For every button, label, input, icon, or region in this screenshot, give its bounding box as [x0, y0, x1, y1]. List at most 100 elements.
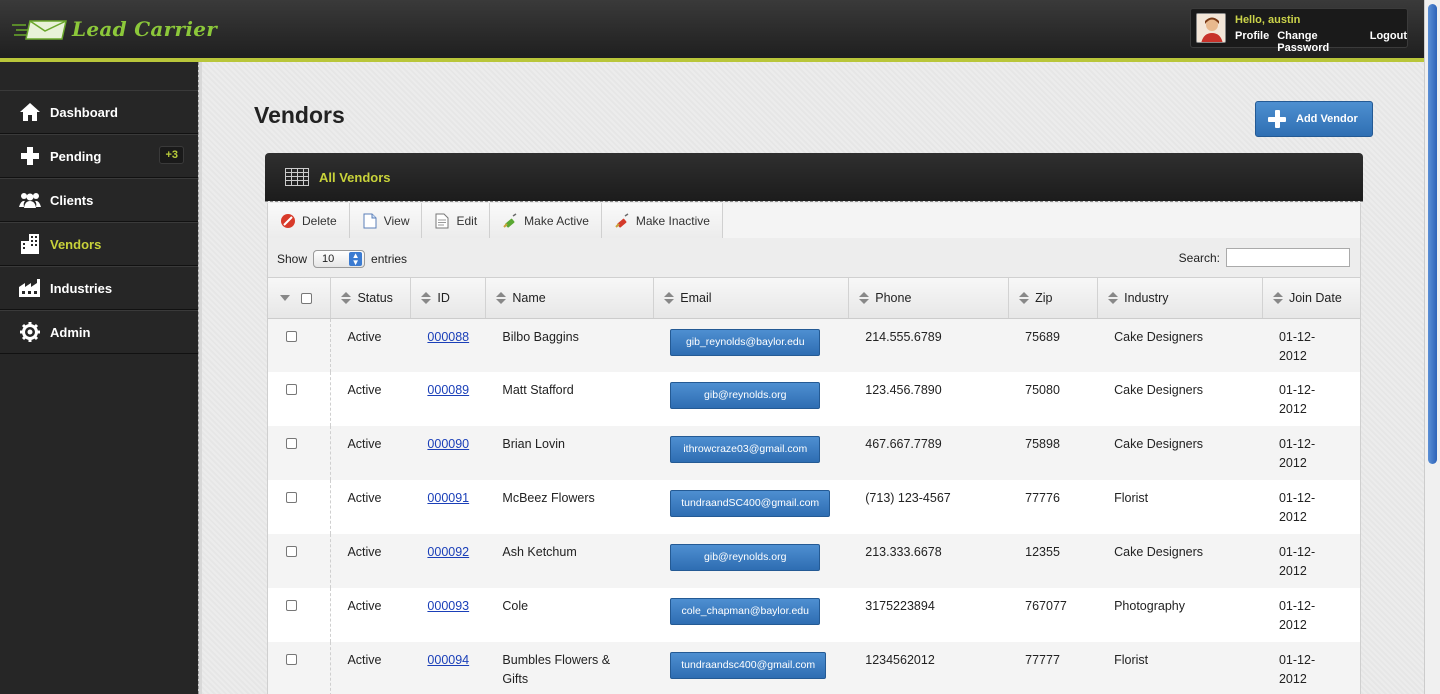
main-content: Vendors Add Vendor All Vendors Delete Vi… [202, 62, 1424, 694]
edit-button[interactable]: Edit [422, 203, 491, 238]
vendor-id-link[interactable]: 000088 [427, 330, 469, 344]
sort-icon [421, 292, 432, 305]
join-date-cell: 01-12-2012 [1262, 372, 1360, 426]
make-active-button[interactable]: Make Active [490, 203, 602, 238]
column-email[interactable]: Email [653, 278, 850, 319]
table-toolbar: Delete View Edit Make Active Make Inacti… [268, 203, 723, 238]
column-status[interactable]: Status [330, 278, 412, 319]
column-join-date[interactable]: Join Date [1262, 278, 1360, 319]
table-row[interactable]: Active 000088 Bilbo Baggins gib_reynolds… [268, 318, 1360, 372]
page-size-select[interactable]: 10 ▲ ▼ [313, 250, 366, 268]
sidebar-item-label: Pending [50, 148, 102, 164]
avatar[interactable] [1196, 13, 1226, 43]
email-button[interactable]: tundraandsc400@gmail.com [670, 652, 827, 679]
table-grid-icon [285, 168, 309, 186]
search-input[interactable] [1226, 248, 1350, 267]
phone-cell: 3175223894 [848, 588, 1009, 642]
sort-icon [1019, 292, 1030, 305]
table-row[interactable]: Active 000093 Cole cole_chapman@baylor.e… [268, 588, 1360, 642]
email-button[interactable]: gib_reynolds@baylor.edu [670, 328, 821, 356]
sidebar-item-label: Vendors [50, 236, 102, 252]
make-inactive-button[interactable]: Make Inactive [601, 203, 723, 238]
zip-cell: 77777 [1008, 642, 1098, 694]
sidebar: Dashboard Pending +3 Clients Vendors Ind… [0, 62, 198, 694]
industry-cell: Florist [1097, 642, 1263, 694]
industry-cell: Cake Designers [1097, 318, 1263, 372]
sidebar-item-clients[interactable]: Clients [0, 178, 198, 222]
sidebar-item-dashboard[interactable]: Dashboard [0, 90, 198, 134]
user-avatar-icon [1197, 14, 1225, 42]
page-scrollbar[interactable] [1424, 0, 1440, 694]
row-checkbox[interactable] [286, 492, 297, 503]
scrollbar-thumb[interactable] [1428, 4, 1437, 464]
industry-cell: Photography [1097, 588, 1263, 642]
select-all-header[interactable] [268, 278, 332, 319]
row-checkbox[interactable] [286, 600, 297, 611]
row-checkbox[interactable] [286, 654, 297, 665]
join-date-cell: 01-12-2012 [1262, 480, 1360, 534]
row-checkbox[interactable] [286, 546, 297, 557]
gear-icon [18, 321, 42, 343]
logout-link[interactable]: Logout [1370, 30, 1407, 54]
buildings-icon [18, 233, 42, 255]
join-date-cell: 01-12-2012 [1262, 426, 1360, 480]
phone-cell: 1234562012 [848, 642, 1009, 694]
vendor-id-link[interactable]: 000089 [427, 383, 469, 397]
table-row[interactable]: Active 000089 Matt Stafford gib@reynolds… [268, 372, 1360, 426]
sort-icon [859, 292, 870, 305]
name-cell: Bilbo Baggins [485, 318, 654, 372]
phone-cell: 467.667.7789 [848, 426, 1009, 480]
table-row[interactable]: Active 000094 Bumbles Flowers & Gifts tu… [268, 642, 1360, 694]
delete-button[interactable]: Delete [268, 203, 350, 238]
vendor-id-link[interactable]: 000094 [427, 653, 469, 667]
edit-label: Edit [456, 213, 478, 228]
sort-icon [341, 292, 352, 305]
greeting: Hello, austin [1235, 14, 1301, 26]
select-all-checkbox[interactable] [301, 292, 313, 304]
industry-cell: Cake Designers [1097, 426, 1263, 480]
vendor-id-link[interactable]: 000090 [427, 437, 469, 451]
table-row[interactable]: Active 000092 Ash Ketchum gib@reynolds.o… [268, 534, 1360, 588]
email-button[interactable]: gib@reynolds.org [670, 544, 821, 571]
sidebar-item-label: Clients [50, 192, 94, 208]
phone-cell: 213.333.6678 [848, 534, 1009, 588]
table-row[interactable]: Active 000090 Brian Lovin ithrowcraze03@… [268, 426, 1360, 480]
profile-link[interactable]: Profile [1235, 30, 1269, 54]
name-cell: Ash Ketchum [485, 534, 654, 588]
column-id[interactable]: ID [410, 278, 487, 319]
sidebar-item-industries[interactable]: Industries [0, 266, 198, 310]
join-date-cell: 01-12-2012 [1262, 588, 1360, 642]
sidebar-item-pending[interactable]: Pending +3 [0, 134, 198, 178]
email-button[interactable]: ithrowcraze03@gmail.com [670, 436, 821, 463]
zip-cell: 77776 [1008, 480, 1098, 534]
sidebar-item-vendors[interactable]: Vendors [0, 222, 198, 266]
name-cell: Matt Stafford [485, 372, 654, 426]
column-name[interactable]: Name [485, 278, 655, 319]
logo[interactable]: Lead Carrier [12, 14, 217, 44]
sidebar-item-label: Dashboard [50, 104, 118, 120]
email-button[interactable]: cole_chapman@baylor.edu [670, 598, 821, 625]
email-button[interactable]: gib@reynolds.org [670, 382, 821, 409]
change-password-link[interactable]: Change Password [1277, 30, 1362, 54]
vendor-id-link[interactable]: 000091 [427, 491, 469, 505]
vendor-id-link[interactable]: 000093 [427, 599, 469, 613]
view-button[interactable]: View [349, 203, 423, 238]
vendor-id-link[interactable]: 000092 [427, 545, 469, 559]
logo-text: Lead Carrier [72, 17, 218, 41]
sidebar-item-admin[interactable]: Admin [0, 310, 198, 354]
join-date-cell: 01-12-2012 [1262, 642, 1360, 694]
row-checkbox[interactable] [286, 384, 297, 395]
column-phone[interactable]: Phone [848, 278, 1010, 319]
email-button[interactable]: tundraandSC400@gmail.com [670, 490, 831, 517]
status-cell: Active [330, 588, 411, 642]
table-row[interactable]: Active 000091 McBeez Flowers tundraandSC… [268, 480, 1360, 534]
delete-icon [280, 213, 296, 229]
column-zip[interactable]: Zip [1008, 278, 1099, 319]
row-checkbox[interactable] [286, 438, 297, 449]
zip-cell: 75898 [1008, 426, 1098, 480]
industry-cell: Cake Designers [1097, 534, 1263, 588]
column-industry[interactable]: Industry [1097, 278, 1263, 319]
add-vendor-button[interactable]: Add Vendor [1255, 101, 1373, 137]
row-checkbox[interactable] [286, 330, 297, 342]
status-cell: Active [330, 372, 411, 426]
